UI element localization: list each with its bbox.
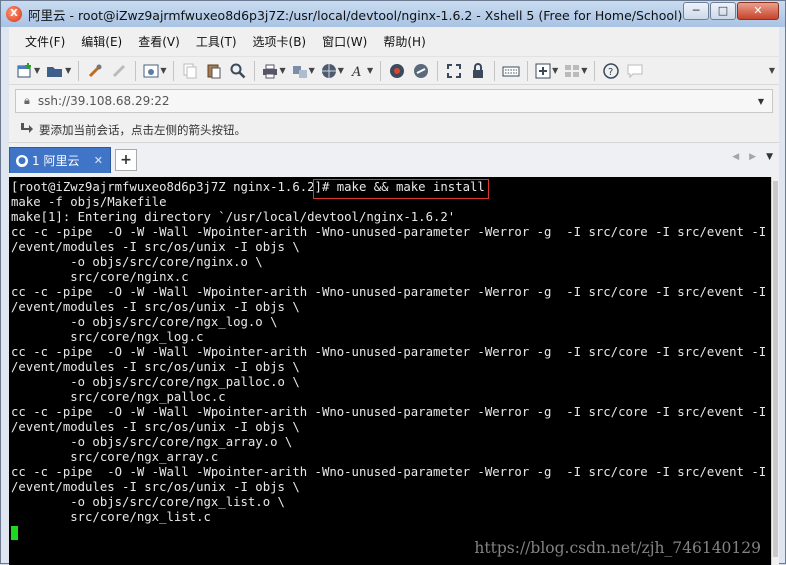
menu-window[interactable]: 窗口(W) bbox=[314, 33, 375, 50]
fullscreen-icon[interactable] bbox=[443, 60, 465, 82]
terminal-line: src/core/nginx.c bbox=[11, 270, 189, 284]
menu-tools[interactable]: 工具(T) bbox=[188, 33, 245, 50]
transfer-icon[interactable]: ▼ bbox=[290, 60, 317, 82]
lock-icon[interactable] bbox=[467, 60, 489, 82]
svg-text:A: A bbox=[351, 65, 361, 79]
terminal-line: -o objs/src/core/ngx_list.o \ bbox=[11, 495, 285, 509]
copy-icon[interactable] bbox=[179, 60, 201, 82]
xftp-icon[interactable] bbox=[386, 60, 408, 82]
address-bar[interactable]: 🔒︎ ssh://39.108.68.29:22 ▼ bbox=[15, 89, 773, 113]
minimize-button[interactable]: ─ bbox=[683, 2, 709, 20]
menu-tabs[interactable]: 选项卡(B) bbox=[245, 33, 315, 50]
terminal-line: /event/modules -I src/os/unix -I objs \ bbox=[11, 360, 300, 374]
terminal-cursor bbox=[11, 525, 18, 540]
toolbar-separator bbox=[527, 60, 529, 81]
print-icon[interactable]: ▼ bbox=[260, 60, 287, 82]
menu-file[interactable]: 文件(F) bbox=[17, 33, 73, 50]
lock-icon: 🔒︎ bbox=[24, 94, 30, 107]
command-highlight-box bbox=[313, 179, 489, 199]
terminal-line: make[1]: Entering directory `/usr/local/… bbox=[11, 210, 456, 224]
menu-bar: 文件(F) 编辑(E) 查看(V) 工具(T) 选项卡(B) 窗口(W) 帮助(… bbox=[9, 27, 779, 57]
tab-navigation: ◀ ▶ ▼ bbox=[732, 152, 773, 162]
help-icon[interactable]: ? bbox=[600, 60, 622, 82]
paste-icon[interactable] bbox=[203, 60, 225, 82]
tab-prev-icon[interactable]: ◀ bbox=[732, 152, 739, 162]
connect-icon[interactable] bbox=[84, 60, 106, 82]
chevron-down-icon[interactable]: ▼ bbox=[758, 97, 764, 106]
close-button[interactable]: ✕ bbox=[737, 2, 779, 20]
terminal-line: src/core/ngx_list.c bbox=[11, 510, 211, 524]
tab-bar: ● 1 阿里云 ✕ + ◀ ▶ ▼ bbox=[9, 143, 779, 173]
add-icon[interactable]: ▼ bbox=[533, 60, 560, 82]
toolbar-separator bbox=[135, 60, 137, 81]
globe-icon[interactable]: ▼ bbox=[319, 60, 346, 82]
find-icon[interactable] bbox=[227, 60, 249, 82]
terminal-line: /event/modules -I src/os/unix -I objs \ bbox=[11, 240, 300, 254]
xshell-icon: X bbox=[6, 6, 22, 22]
toolbar: ▼ ▼ ▼ ▼ ▼ ▼ A ▼ ▼ ▼ ? ▼ bbox=[9, 57, 779, 85]
add-tab-button[interactable]: + bbox=[115, 149, 137, 171]
new-session-icon[interactable]: ▼ bbox=[15, 60, 42, 82]
terminal-scrollbar[interactable] bbox=[771, 177, 779, 565]
chat-icon[interactable] bbox=[624, 60, 646, 82]
keyboard-icon[interactable] bbox=[500, 60, 522, 82]
terminal-line: src/core/ngx_palloc.c bbox=[11, 390, 226, 404]
toolbar-separator bbox=[380, 60, 382, 81]
terminal-line: /event/modules -I src/os/unix -I objs \ bbox=[11, 300, 300, 314]
tab-list-icon[interactable]: ▼ bbox=[766, 152, 773, 162]
terminal-line: -o objs/src/core/ngx_log.o \ bbox=[11, 315, 278, 329]
terminal-line: cc -c -pipe -O -W -Wall -Wpointer-arith … bbox=[11, 285, 771, 299]
tab-next-icon[interactable]: ▶ bbox=[749, 152, 756, 162]
menu-view[interactable]: 查看(V) bbox=[130, 33, 188, 50]
tab-aliyun[interactable]: ● 1 阿里云 ✕ bbox=[9, 147, 111, 173]
terminal-line: -o objs/src/core/ngx_array.o \ bbox=[11, 435, 293, 449]
terminal-cursor-line bbox=[11, 525, 771, 540]
xshell-window: X 阿里云 - root@iZwz9ajrmfwuxeo8d6p3j7Z:/us… bbox=[0, 0, 786, 565]
tab-close-icon[interactable]: ✕ bbox=[94, 154, 103, 167]
watermark: https://blog.csdn.net/zjh_746140129 bbox=[474, 539, 761, 557]
arrow-icon[interactable] bbox=[19, 121, 33, 138]
toolbar-separator bbox=[594, 60, 596, 81]
terminal-line: cc -c -pipe -O -W -Wall -Wpointer-arith … bbox=[11, 345, 771, 359]
address-input[interactable]: ssh://39.108.68.29:22 bbox=[38, 94, 170, 108]
script-icon[interactable] bbox=[410, 60, 432, 82]
layout-icon[interactable]: ▼ bbox=[562, 60, 589, 82]
open-folder-icon[interactable]: ▼ bbox=[44, 60, 73, 82]
window-title: 阿里云 - root@iZwz9ajrmfwuxeo8d6p3j7Z:/usr/… bbox=[28, 7, 683, 23]
main-frame: 文件(F) 编辑(E) 查看(V) 工具(T) 选项卡(B) 窗口(W) 帮助(… bbox=[9, 27, 779, 565]
scrollbar-thumb[interactable] bbox=[773, 181, 778, 557]
font-icon[interactable]: A ▼ bbox=[348, 60, 375, 82]
terminal-line: src/core/ngx_array.c bbox=[11, 450, 219, 464]
terminal-line: -o objs/src/core/nginx.o \ bbox=[11, 255, 263, 269]
hint-bar: 要添加当前会话，点击左侧的箭头按钮。 bbox=[9, 117, 779, 143]
terminal-line: cc -c -pipe -O -W -Wall -Wpointer-arith … bbox=[11, 465, 771, 479]
terminal-line: src/core/ngx_log.c bbox=[11, 330, 204, 344]
menu-help[interactable]: 帮助(H) bbox=[375, 33, 433, 50]
toolbar-separator bbox=[494, 60, 496, 81]
toolbar-separator bbox=[254, 60, 256, 81]
title-bar: X 阿里云 - root@iZwz9ajrmfwuxeo8d6p3j7Z:/us… bbox=[1, 1, 785, 27]
svg-text:?: ? bbox=[608, 67, 613, 78]
terminal-line: /event/modules -I src/os/unix -I objs \ bbox=[11, 480, 300, 494]
terminal-line: -o objs/src/core/ngx_palloc.o \ bbox=[11, 375, 300, 389]
disconnect-icon[interactable] bbox=[108, 60, 130, 82]
menu-edit[interactable]: 编辑(E) bbox=[73, 33, 130, 50]
terminal-line: cc -c -pipe -O -W -Wall -Wpointer-arith … bbox=[11, 225, 771, 239]
maximize-button[interactable]: □ bbox=[710, 2, 736, 20]
toolbar-separator bbox=[173, 60, 175, 81]
terminal-output[interactable]: [root@iZwz9ajrmfwuxeo8d6p3j7Z nginx-1.6.… bbox=[9, 177, 771, 565]
tab-label: 1 阿里云 bbox=[32, 154, 80, 168]
toolbar-separator bbox=[437, 60, 439, 81]
toolbar-separator bbox=[78, 60, 80, 81]
toolbar-overflow-icon[interactable]: ▼ bbox=[769, 66, 775, 75]
terminal-line: /event/modules -I src/os/unix -I objs \ bbox=[11, 420, 300, 434]
hint-text: 要添加当前会话，点击左侧的箭头按钮。 bbox=[39, 122, 246, 137]
session-status-icon: ● bbox=[16, 154, 28, 167]
terminal-line: cc -c -pipe -O -W -Wall -Wpointer-arith … bbox=[11, 405, 771, 419]
properties-icon[interactable]: ▼ bbox=[141, 60, 168, 82]
window-controls: ─ □ ✕ bbox=[683, 2, 779, 20]
